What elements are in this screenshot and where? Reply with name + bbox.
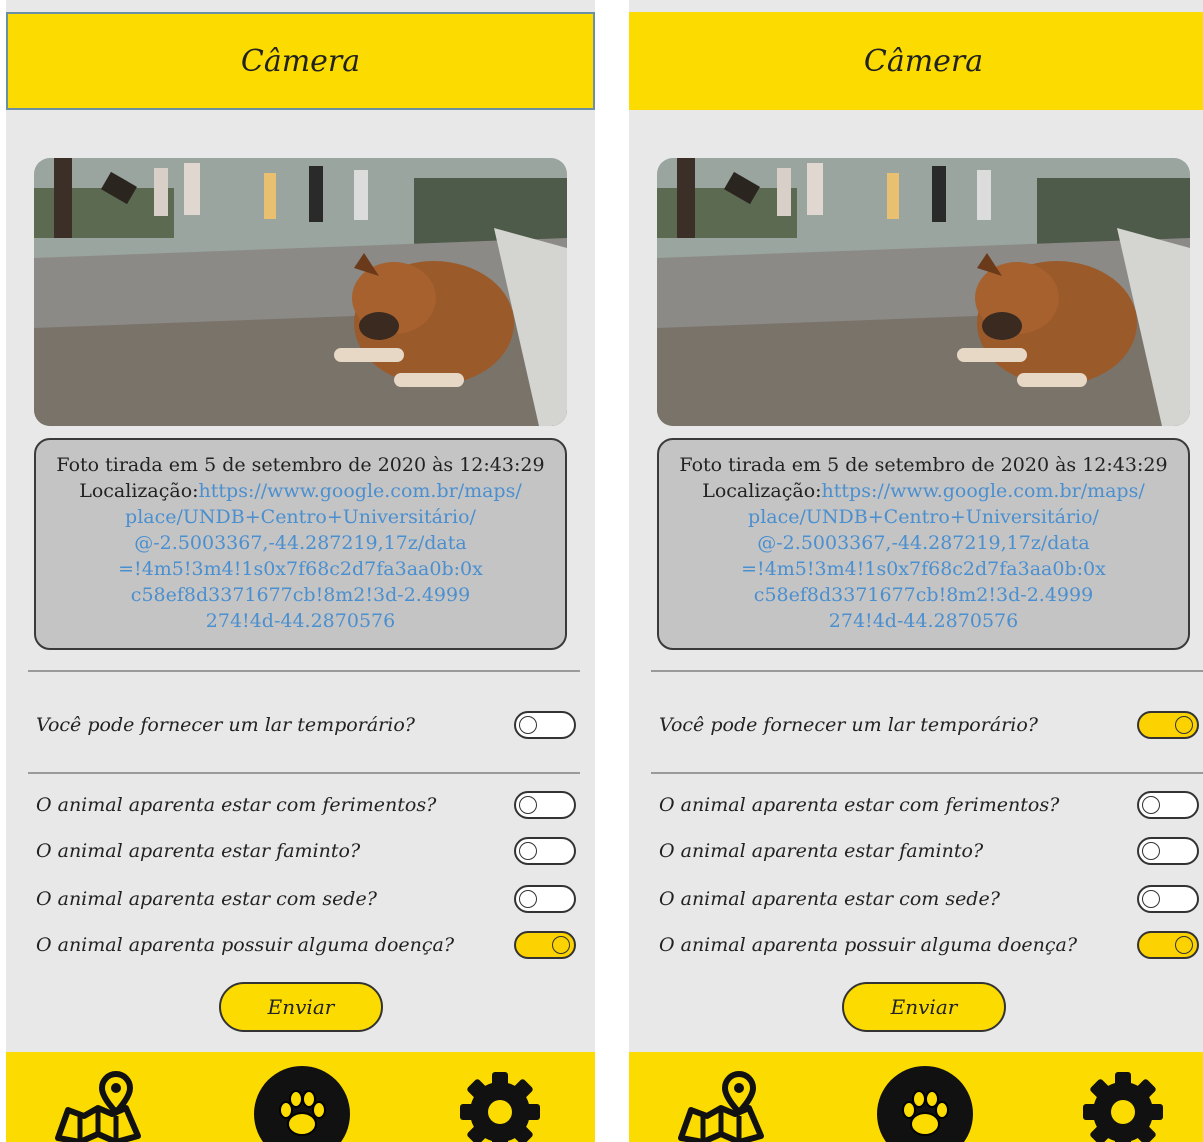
section-divider [651, 772, 1203, 774]
question-row-disease: O animal aparenta possuir alguma doença? [36, 928, 576, 962]
gear-icon [1083, 1072, 1163, 1142]
disease-toggle[interactable] [514, 931, 576, 959]
temporary-home-label: Você pode fornecer um lar temporário? [659, 714, 1038, 736]
toggle-knob [519, 890, 537, 908]
toggle-knob [1175, 716, 1193, 734]
nav-map-button[interactable] [677, 1070, 767, 1142]
question-label: O animal aparenta estar com ferimentos? [36, 794, 437, 816]
question-row-thirsty: O animal aparenta estar com sede? [36, 882, 576, 916]
disease-toggle[interactable] [1137, 931, 1199, 959]
location-link-line[interactable]: c58ef8d3371677cb!8m2!3d-2.4999 [669, 582, 1178, 608]
screen-divider [595, 0, 629, 1142]
toggle-knob [1142, 796, 1160, 814]
gear-icon [460, 1072, 540, 1142]
location-link-line[interactable]: https://www.google.com.br/maps/ [199, 480, 522, 502]
question-row-injuries: O animal aparenta estar com ferimentos? [659, 788, 1199, 822]
temporary-home-toggle[interactable] [1137, 711, 1199, 739]
location-link-line[interactable]: =!4m5!3m4!1s0x7f68c2d7fa3aa0b:0x [46, 556, 555, 582]
location-label: Localização: [79, 480, 199, 502]
paw-icon [279, 1090, 326, 1136]
phone-screen-right: Câmera Foto tirada em 5 de setembro de 2… [629, 0, 1203, 1142]
bottom-nav [629, 1052, 1203, 1142]
question-label: O animal aparenta possuir alguma doença? [36, 934, 455, 956]
hungry-toggle[interactable] [514, 837, 576, 865]
question-label: O animal aparenta estar faminto? [36, 840, 361, 862]
app-header: Câmera [629, 12, 1203, 110]
phone-screen-left: Câmera Foto tirada em 5 de setembro de 2… [6, 0, 595, 1142]
page-title: Câmera [240, 43, 361, 79]
send-button[interactable]: Enviar [219, 982, 383, 1032]
temporary-home-row: Você pode fornecer um lar temporário? [36, 708, 576, 742]
location-link-line[interactable]: 274!4d-44.2870576 [46, 608, 555, 634]
photo-caption: Foto tirada em 5 de setembro de 2020 às … [56, 454, 545, 476]
toggle-knob [519, 842, 537, 860]
section-divider [28, 772, 580, 774]
location-link-line[interactable]: @-2.5003367,-44.287219,17z/data [46, 530, 555, 556]
app-header: Câmera [6, 12, 595, 110]
nav-paw-button[interactable] [877, 1066, 973, 1142]
toggle-knob [519, 796, 537, 814]
photo-info-box: Foto tirada em 5 de setembro de 2020 às … [34, 438, 567, 650]
location-link-line[interactable]: c58ef8d3371677cb!8m2!3d-2.4999 [46, 582, 555, 608]
question-row-disease: O animal aparenta possuir alguma doença? [659, 928, 1199, 962]
page-title: Câmera [863, 43, 984, 79]
temporary-home-label: Você pode fornecer um lar temporário? [36, 714, 415, 736]
location-link-line[interactable]: 274!4d-44.2870576 [669, 608, 1178, 634]
location-link-line[interactable]: =!4m5!3m4!1s0x7f68c2d7fa3aa0b:0x [669, 556, 1178, 582]
map-icon [678, 1070, 764, 1142]
paw-icon [902, 1090, 949, 1136]
bottom-nav [6, 1052, 595, 1142]
toggle-knob [1142, 842, 1160, 860]
photo-caption: Foto tirada em 5 de setembro de 2020 às … [679, 454, 1168, 476]
thirsty-toggle[interactable] [1137, 885, 1199, 913]
location-link-line[interactable]: place/UNDB+Centro+Universitário/ [669, 504, 1178, 530]
question-row-hungry: O animal aparenta estar faminto? [36, 834, 576, 868]
temporary-home-row: Você pode fornecer um lar temporário? [659, 708, 1199, 742]
question-row-hungry: O animal aparenta estar faminto? [659, 834, 1199, 868]
question-label: O animal aparenta estar com sede? [36, 888, 377, 910]
question-label: O animal aparenta estar faminto? [659, 840, 984, 862]
hungry-toggle[interactable] [1137, 837, 1199, 865]
dog-photo [657, 158, 1190, 426]
question-row-thirsty: O animal aparenta estar com sede? [659, 882, 1199, 916]
nav-settings-button[interactable] [1081, 1070, 1165, 1142]
location-link-line[interactable]: https://www.google.com.br/maps/ [822, 480, 1145, 502]
thirsty-toggle[interactable] [514, 885, 576, 913]
toggle-knob [519, 716, 537, 734]
location-link-line[interactable]: place/UNDB+Centro+Universitário/ [46, 504, 555, 530]
temporary-home-toggle[interactable] [514, 711, 576, 739]
injuries-toggle[interactable] [1137, 791, 1199, 819]
question-label: O animal aparenta estar com sede? [659, 888, 1000, 910]
location-link-line[interactable]: @-2.5003367,-44.287219,17z/data [669, 530, 1178, 556]
photo-info-box: Foto tirada em 5 de setembro de 2020 às … [657, 438, 1190, 650]
question-row-injuries: O animal aparenta estar com ferimentos? [36, 788, 576, 822]
send-button[interactable]: Enviar [842, 982, 1006, 1032]
section-divider [28, 670, 580, 672]
location-label: Localização: [702, 480, 822, 502]
injuries-toggle[interactable] [514, 791, 576, 819]
nav-map-button[interactable] [54, 1070, 144, 1142]
toggle-knob [1175, 936, 1193, 954]
dog-photo [34, 158, 567, 426]
question-label: O animal aparenta estar com ferimentos? [659, 794, 1060, 816]
toggle-knob [1142, 890, 1160, 908]
nav-settings-button[interactable] [458, 1070, 542, 1142]
question-label: O animal aparenta possuir alguma doença? [659, 934, 1078, 956]
section-divider [651, 670, 1203, 672]
nav-paw-button[interactable] [254, 1066, 350, 1142]
toggle-knob [552, 936, 570, 954]
map-icon [55, 1070, 141, 1142]
